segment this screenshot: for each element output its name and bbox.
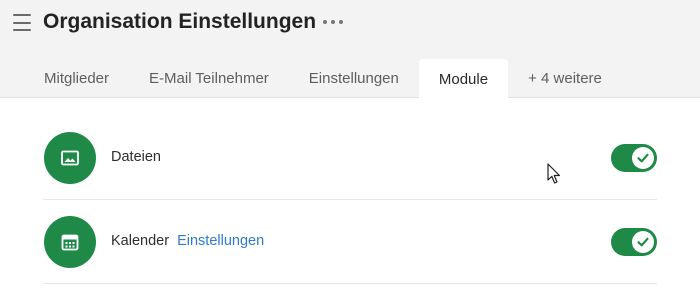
module-label: Dateien [111,149,161,165]
module-label: Kalender Einstellungen [111,233,264,249]
tab-email-teilnehmer[interactable]: E-Mail Teilnehmer [129,58,289,98]
tab-einstellungen[interactable]: Einstellungen [289,58,419,98]
page-header: Organisation Einstellungen Mitglieder E-… [0,0,700,99]
module-toggle-kalender[interactable] [611,228,657,256]
module-row-dateien: Dateien [43,116,657,200]
hamburger-menu-icon[interactable] [13,14,31,31]
page-title: Organisation Einstellungen [43,10,317,33]
module-toggle-dateien[interactable] [611,144,657,172]
tab-more[interactable]: + 4 weitere [508,58,622,98]
tab-module[interactable]: Module [418,59,509,99]
tab-mitglieder[interactable]: Mitglieder [24,58,129,98]
check-icon [632,231,654,253]
image-icon [44,132,96,184]
calendar-icon [44,216,96,268]
kalender-settings-link[interactable]: Einstellungen [177,233,264,249]
check-icon [632,147,654,169]
more-options-icon[interactable] [323,18,343,26]
mouse-cursor-icon [547,163,560,184]
tab-bar: Mitglieder E-Mail Teilnehmer Einstellung… [24,58,622,99]
module-name-kalender: Kalender [111,233,170,249]
module-row-kalender: Kalender Einstellungen [43,200,657,284]
module-name-dateien: Dateien [111,149,161,165]
